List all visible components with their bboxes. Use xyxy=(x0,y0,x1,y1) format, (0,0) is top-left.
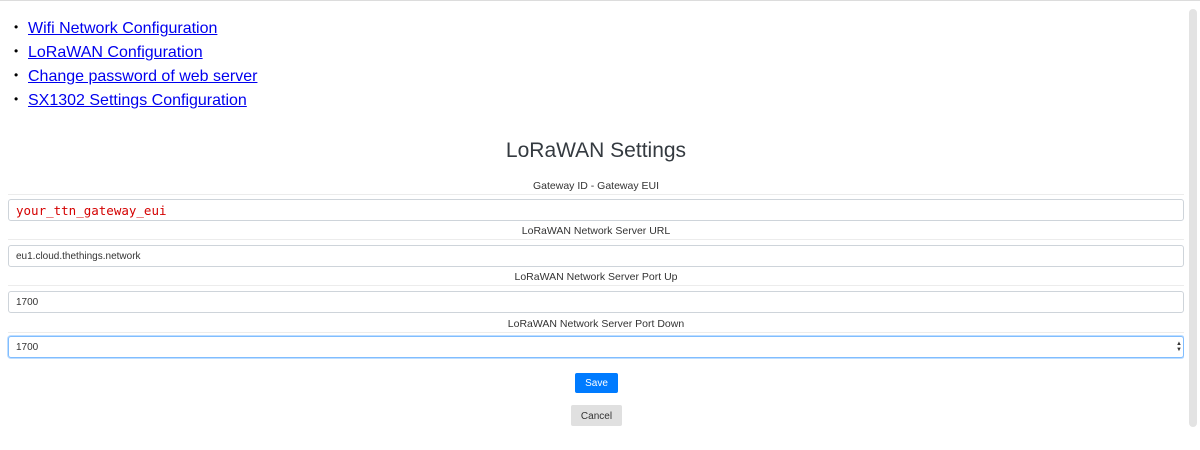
gateway-id-label: Gateway ID - Gateway EUI xyxy=(532,180,660,192)
server-url-input[interactable] xyxy=(8,245,1184,267)
divider xyxy=(8,332,1184,333)
save-button[interactable]: Save xyxy=(575,373,618,393)
bullet-icon: • xyxy=(14,68,19,82)
nav-item-sx1302: • SX1302 Settings Configuration xyxy=(14,89,257,113)
link-change-password[interactable]: Change password of web server xyxy=(28,68,257,85)
port-up-input[interactable] xyxy=(8,291,1184,313)
divider xyxy=(8,239,1184,240)
cancel-button[interactable]: Cancel xyxy=(571,405,622,426)
divider xyxy=(8,285,1184,286)
page: • Wifi Network Configuration • LoRaWAN Con… xyxy=(0,0,1200,450)
port-down-label: LoRaWAN Network Server Port Down xyxy=(507,318,685,330)
port-down-input[interactable] xyxy=(8,336,1184,358)
link-wifi-config[interactable]: Wifi Network Configuration xyxy=(28,20,217,37)
bullet-icon: • xyxy=(14,44,19,58)
bullet-icon: • xyxy=(14,92,19,106)
link-sx1302-config[interactable]: SX1302 Settings Configuration xyxy=(28,92,247,109)
bullet-icon: • xyxy=(14,20,19,34)
port-up-label: LoRaWAN Network Server Port Up xyxy=(514,271,678,283)
number-spinner-icon[interactable]: ▲ ▼ xyxy=(1174,341,1184,353)
page-title: LoRaWAN Settings xyxy=(505,139,687,162)
scrollbar-thumb[interactable] xyxy=(1189,9,1197,427)
scrollbar[interactable] xyxy=(1184,1,1200,450)
nav-item-lorawan: • LoRaWAN Configuration xyxy=(14,41,257,65)
server-url-label: LoRaWAN Network Server URL xyxy=(521,225,671,237)
gateway-id-input[interactable] xyxy=(8,199,1184,221)
config-nav-list: • Wifi Network Configuration • LoRaWAN Con… xyxy=(14,17,257,113)
link-lorawan-config[interactable]: LoRaWAN Configuration xyxy=(28,44,203,61)
divider xyxy=(8,194,1184,195)
nav-item-password: • Change password of web server xyxy=(14,65,257,89)
nav-item-wifi: • Wifi Network Configuration xyxy=(14,17,257,41)
